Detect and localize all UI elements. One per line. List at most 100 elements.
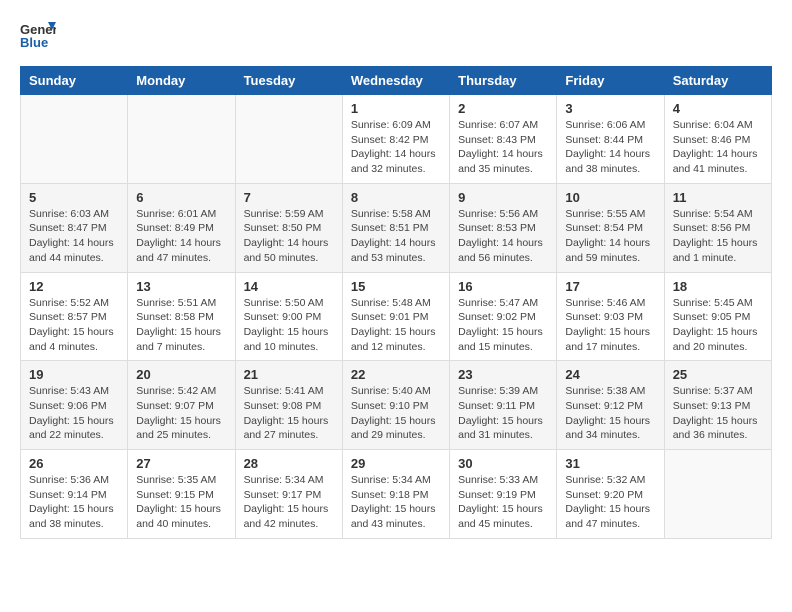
weekday-header: Saturday bbox=[664, 67, 771, 95]
day-number: 3 bbox=[565, 101, 655, 116]
weekday-header: Thursday bbox=[450, 67, 557, 95]
day-info: Sunrise: 5:37 AM Sunset: 9:13 PM Dayligh… bbox=[673, 384, 763, 443]
calendar-row: 19Sunrise: 5:43 AM Sunset: 9:06 PM Dayli… bbox=[21, 361, 772, 450]
calendar-cell: 14 Sunrise: 5:50 AM Sunset: 9:00 PM Dayli… bbox=[235, 272, 342, 361]
day-number: 14 bbox=[244, 279, 334, 294]
calendar-cell bbox=[235, 95, 342, 184]
day-number: 18 bbox=[673, 279, 763, 294]
day-info: Sunrise: 5:54 AM Sunset: 8:56 PM Dayligh… bbox=[673, 207, 763, 266]
day-info: Sunrise: 5:40 AM Sunset: 9:10 PM Dayligh… bbox=[351, 384, 441, 443]
weekday-header: Monday bbox=[128, 67, 235, 95]
day-number: 28 bbox=[244, 456, 334, 471]
calendar-cell: 15Sunrise: 5:48 AM Sunset: 9:01 PM Dayli… bbox=[342, 272, 449, 361]
calendar-cell: 18 Sunrise: 5:45 AM Sunset: 9:05 PM Dayli… bbox=[664, 272, 771, 361]
calendar-cell: 7Sunrise: 5:59 AM Sunset: 8:50 PM Daylig… bbox=[235, 183, 342, 272]
day-info: Sunrise: 5:50 AM Sunset: 9:00 PM Dayligh… bbox=[244, 296, 334, 355]
calendar-cell bbox=[21, 95, 128, 184]
day-number: 1 bbox=[351, 101, 441, 116]
day-info: Sunrise: 5:52 AM Sunset: 8:57 PM Dayligh… bbox=[29, 296, 119, 355]
day-number: 13 bbox=[136, 279, 226, 294]
day-info: Sunrise: 5:33 AM Sunset: 9:19 PM Dayligh… bbox=[458, 473, 548, 532]
calendar-table: SundayMondayTuesdayWednesdayThursdayFrid… bbox=[20, 66, 772, 539]
day-number: 17 bbox=[565, 279, 655, 294]
day-info: Sunrise: 5:35 AM Sunset: 9:15 PM Dayligh… bbox=[136, 473, 226, 532]
calendar-cell: 10 Sunrise: 5:55 AM Sunset: 8:54 PM Dayli… bbox=[557, 183, 664, 272]
calendar-cell: 2 Sunrise: 6:07 AM Sunset: 8:43 PM Daylig… bbox=[450, 95, 557, 184]
day-number: 27 bbox=[136, 456, 226, 471]
day-number: 9 bbox=[458, 190, 548, 205]
day-number: 6 bbox=[136, 190, 226, 205]
calendar-cell: 19Sunrise: 5:43 AM Sunset: 9:06 PM Dayli… bbox=[21, 361, 128, 450]
calendar-cell: 9 Sunrise: 5:56 AM Sunset: 8:53 PM Daylig… bbox=[450, 183, 557, 272]
day-info: Sunrise: 6:06 AM Sunset: 8:44 PM Dayligh… bbox=[565, 118, 655, 177]
svg-text:Blue: Blue bbox=[20, 35, 48, 50]
day-info: Sunrise: 5:38 AM Sunset: 9:12 PM Dayligh… bbox=[565, 384, 655, 443]
weekday-header: Sunday bbox=[21, 67, 128, 95]
calendar-cell: 13 Sunrise: 5:51 AM Sunset: 8:58 PM Dayli… bbox=[128, 272, 235, 361]
day-info: Sunrise: 5:45 AM Sunset: 9:05 PM Dayligh… bbox=[673, 296, 763, 355]
day-number: 24 bbox=[565, 367, 655, 382]
day-number: 8 bbox=[351, 190, 441, 205]
day-number: 22 bbox=[351, 367, 441, 382]
day-info: Sunrise: 5:42 AM Sunset: 9:07 PM Dayligh… bbox=[136, 384, 226, 443]
day-number: 10 bbox=[565, 190, 655, 205]
calendar-cell: 28 Sunrise: 5:34 AM Sunset: 9:17 PM Dayli… bbox=[235, 450, 342, 539]
calendar-cell: 16 Sunrise: 5:47 AM Sunset: 9:02 PM Dayli… bbox=[450, 272, 557, 361]
weekday-header: Tuesday bbox=[235, 67, 342, 95]
day-info: Sunrise: 5:48 AM Sunset: 9:01 PM Dayligh… bbox=[351, 296, 441, 355]
calendar-cell bbox=[128, 95, 235, 184]
day-info: Sunrise: 5:56 AM Sunset: 8:53 PM Dayligh… bbox=[458, 207, 548, 266]
day-info: Sunrise: 5:55 AM Sunset: 8:54 PM Dayligh… bbox=[565, 207, 655, 266]
day-number: 31 bbox=[565, 456, 655, 471]
day-number: 2 bbox=[458, 101, 548, 116]
day-info: Sunrise: 5:51 AM Sunset: 8:58 PM Dayligh… bbox=[136, 296, 226, 355]
calendar-cell: 1Sunrise: 6:09 AM Sunset: 8:42 PM Daylig… bbox=[342, 95, 449, 184]
calendar-cell: 30 Sunrise: 5:33 AM Sunset: 9:19 PM Dayli… bbox=[450, 450, 557, 539]
day-number: 21 bbox=[244, 367, 334, 382]
day-info: Sunrise: 5:39 AM Sunset: 9:11 PM Dayligh… bbox=[458, 384, 548, 443]
calendar-cell: 26 Sunrise: 5:36 AM Sunset: 9:14 PM Dayli… bbox=[21, 450, 128, 539]
day-number: 30 bbox=[458, 456, 548, 471]
day-number: 26 bbox=[29, 456, 119, 471]
day-info: Sunrise: 5:47 AM Sunset: 9:02 PM Dayligh… bbox=[458, 296, 548, 355]
calendar-cell: 11 Sunrise: 5:54 AM Sunset: 8:56 PM Dayli… bbox=[664, 183, 771, 272]
day-info: Sunrise: 5:59 AM Sunset: 8:50 PM Dayligh… bbox=[244, 207, 334, 266]
calendar-row: 5 Sunrise: 6:03 AM Sunset: 8:47 PM Daylig… bbox=[21, 183, 772, 272]
weekday-header: Wednesday bbox=[342, 67, 449, 95]
day-info: Sunrise: 5:43 AM Sunset: 9:06 PM Dayligh… bbox=[29, 384, 119, 443]
day-number: 29 bbox=[351, 456, 441, 471]
day-number: 4 bbox=[673, 101, 763, 116]
day-info: Sunrise: 6:04 AM Sunset: 8:46 PM Dayligh… bbox=[673, 118, 763, 177]
day-info: Sunrise: 5:46 AM Sunset: 9:03 PM Dayligh… bbox=[565, 296, 655, 355]
calendar-row: 12Sunrise: 5:52 AM Sunset: 8:57 PM Dayli… bbox=[21, 272, 772, 361]
day-number: 20 bbox=[136, 367, 226, 382]
logo: General Blue bbox=[20, 20, 56, 50]
day-info: Sunrise: 5:58 AM Sunset: 8:51 PM Dayligh… bbox=[351, 207, 441, 266]
calendar-cell: 8 Sunrise: 5:58 AM Sunset: 8:51 PM Daylig… bbox=[342, 183, 449, 272]
day-info: Sunrise: 6:07 AM Sunset: 8:43 PM Dayligh… bbox=[458, 118, 548, 177]
day-number: 23 bbox=[458, 367, 548, 382]
calendar-cell: 3 Sunrise: 6:06 AM Sunset: 8:44 PM Daylig… bbox=[557, 95, 664, 184]
calendar-cell: 22 Sunrise: 5:40 AM Sunset: 9:10 PM Dayli… bbox=[342, 361, 449, 450]
day-number: 25 bbox=[673, 367, 763, 382]
calendar-cell bbox=[664, 450, 771, 539]
page-header: General Blue bbox=[20, 20, 772, 50]
calendar-row: 26 Sunrise: 5:36 AM Sunset: 9:14 PM Dayli… bbox=[21, 450, 772, 539]
weekday-header-row: SundayMondayTuesdayWednesdayThursdayFrid… bbox=[21, 67, 772, 95]
day-info: Sunrise: 6:01 AM Sunset: 8:49 PM Dayligh… bbox=[136, 207, 226, 266]
calendar-cell: 29Sunrise: 5:34 AM Sunset: 9:18 PM Dayli… bbox=[342, 450, 449, 539]
calendar-cell: 5 Sunrise: 6:03 AM Sunset: 8:47 PM Daylig… bbox=[21, 183, 128, 272]
calendar-cell: 24 Sunrise: 5:38 AM Sunset: 9:12 PM Dayli… bbox=[557, 361, 664, 450]
calendar-row: 1Sunrise: 6:09 AM Sunset: 8:42 PM Daylig… bbox=[21, 95, 772, 184]
calendar-cell: 6 Sunrise: 6:01 AM Sunset: 8:49 PM Daylig… bbox=[128, 183, 235, 272]
calendar-cell: 31Sunrise: 5:32 AM Sunset: 9:20 PM Dayli… bbox=[557, 450, 664, 539]
day-number: 16 bbox=[458, 279, 548, 294]
day-info: Sunrise: 6:03 AM Sunset: 8:47 PM Dayligh… bbox=[29, 207, 119, 266]
day-info: Sunrise: 5:36 AM Sunset: 9:14 PM Dayligh… bbox=[29, 473, 119, 532]
calendar-cell: 21Sunrise: 5:41 AM Sunset: 9:08 PM Dayli… bbox=[235, 361, 342, 450]
day-number: 5 bbox=[29, 190, 119, 205]
day-number: 11 bbox=[673, 190, 763, 205]
calendar-cell: 25 Sunrise: 5:37 AM Sunset: 9:13 PM Dayli… bbox=[664, 361, 771, 450]
day-info: Sunrise: 5:34 AM Sunset: 9:17 PM Dayligh… bbox=[244, 473, 334, 532]
calendar-cell: 20 Sunrise: 5:42 AM Sunset: 9:07 PM Dayli… bbox=[128, 361, 235, 450]
